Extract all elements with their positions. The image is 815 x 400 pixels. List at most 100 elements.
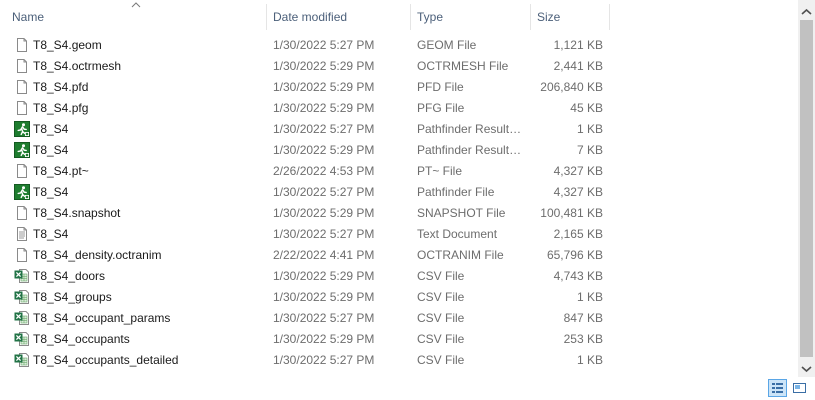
file-row[interactable]: T8_S4.pt~ 2/26/2022 4:53 PM PT~ File 4,327 … (0, 161, 800, 182)
blank-file-icon (14, 163, 30, 179)
file-date-modified: 1/30/2022 5:29 PM (273, 269, 375, 283)
file-name: T8_S4 (33, 143, 69, 157)
column-divider[interactable] (609, 4, 610, 30)
file-row[interactable]: T8_S4_doors 1/30/2022 5:29 PM CSV File 4,74… (0, 266, 800, 287)
blank-file-icon (14, 205, 30, 221)
file-list: T8_S4.geom 1/30/2022 5:27 PM GEOM File 1,12… (0, 35, 800, 377)
file-type: Pathfinder Results... (417, 122, 525, 136)
column-divider[interactable] (530, 4, 531, 30)
column-divider[interactable] (266, 4, 267, 30)
pathfinder-runner-icon (14, 121, 30, 137)
file-row[interactable]: T8_S4 1/30/2022 5:27 PM Pathfinder File 4,3… (0, 182, 800, 203)
file-row[interactable]: T8_S4_occupants 1/30/2022 5:29 PM CSV File… (0, 329, 800, 350)
file-size: 847 KB (563, 311, 603, 325)
file-size: 206,840 KB (540, 80, 603, 94)
file-date-modified: 1/30/2022 5:27 PM (273, 227, 375, 241)
blank-file-icon (14, 79, 30, 95)
large-icons-view-button[interactable] (790, 379, 809, 397)
file-type: PFD File (417, 80, 464, 94)
file-type: CSV File (417, 290, 465, 304)
file-size: 4,327 KB (553, 185, 603, 199)
file-name: T8_S4_occupants_detailed (33, 353, 179, 367)
file-size: 1 KB (576, 122, 603, 136)
file-size: 65,796 KB (546, 248, 603, 262)
file-date-modified: 2/26/2022 4:53 PM (273, 164, 375, 178)
file-name: T8_S4.octrmesh (33, 59, 122, 73)
file-row[interactable]: T8_S4 1/30/2022 5:27 PM Text Document 2,165… (0, 224, 800, 245)
column-header-size[interactable]: Size (537, 4, 560, 30)
column-divider[interactable] (410, 4, 411, 30)
vertical-scrollbar[interactable] (798, 0, 815, 377)
file-name: T8_S4_occupants (33, 332, 130, 346)
file-type: OCTRANIM File (417, 248, 504, 262)
file-name: T8_S4.pt~ (33, 164, 89, 178)
column-header-name[interactable]: Name (12, 4, 44, 30)
details-view-icon (772, 383, 783, 393)
column-header-type[interactable]: Type (417, 4, 443, 30)
sort-up-arrow-icon (131, 2, 141, 8)
file-row[interactable]: T8_S4 1/30/2022 5:27 PM Pathfinder Results… (0, 119, 800, 140)
blank-file-icon (14, 247, 30, 263)
file-date-modified: 1/30/2022 5:29 PM (273, 332, 375, 346)
csv-file-icon (14, 331, 30, 347)
file-name: T8_S4.pfd (33, 80, 89, 94)
file-size: 1 KB (576, 353, 603, 367)
file-name: T8_S4.pfg (33, 101, 89, 115)
file-date-modified: 1/30/2022 5:29 PM (273, 101, 375, 115)
details-view-button[interactable] (768, 379, 787, 397)
file-date-modified: 1/30/2022 5:29 PM (273, 143, 375, 157)
file-type: PFG File (417, 101, 465, 115)
file-row[interactable]: T8_S4_occupants_detailed 1/30/2022 5:27 P… (0, 350, 800, 371)
file-type: SNAPSHOT File (417, 206, 506, 220)
status-bar (0, 377, 815, 400)
file-type: CSV File (417, 311, 465, 325)
file-date-modified: 1/30/2022 5:29 PM (273, 206, 375, 220)
file-row[interactable]: T8_S4.pfd 1/30/2022 5:29 PM PFD File 206,84… (0, 77, 800, 98)
file-name: T8_S4 (33, 185, 69, 199)
file-row[interactable]: T8_S4.geom 1/30/2022 5:27 PM GEOM File 1,12… (0, 35, 800, 56)
scroll-up-arrow-icon[interactable] (798, 4, 815, 21)
column-header-date-modified[interactable]: Date modified (273, 4, 347, 30)
file-size: 2,441 KB (553, 59, 603, 73)
file-row[interactable]: T8_S4_density.octranim 2/22/2022 4:41 PM O… (0, 245, 800, 266)
file-date-modified: 1/30/2022 5:29 PM (273, 59, 375, 73)
file-type: CSV File (417, 269, 465, 283)
blank-file-icon (14, 100, 30, 116)
file-name: T8_S4.snapshot (33, 206, 121, 220)
file-size: 4,743 KB (553, 269, 603, 283)
file-type: Pathfinder File (417, 185, 495, 199)
file-date-modified: 1/30/2022 5:27 PM (273, 311, 375, 325)
file-row[interactable]: T8_S4.snapshot 1/30/2022 5:29 PM SNAPSHOT … (0, 203, 800, 224)
csv-file-icon (14, 268, 30, 284)
csv-file-icon (14, 289, 30, 305)
file-date-modified: 1/30/2022 5:29 PM (273, 80, 375, 94)
file-size: 1,121 KB (553, 38, 603, 52)
column-header-bar: Name Date modified Type Size (0, 0, 815, 34)
csv-file-icon (14, 352, 30, 368)
scrollbar-thumb[interactable] (800, 20, 813, 357)
file-size: 100,481 KB (540, 206, 603, 220)
file-type: GEOM File (417, 38, 477, 52)
file-row[interactable]: T8_S4_occupant_params 1/30/2022 5:27 PM CS… (0, 308, 800, 329)
blank-file-icon (14, 37, 30, 53)
text-document-icon (14, 226, 30, 242)
file-type: PT~ File (417, 164, 463, 178)
file-row[interactable]: T8_S4.pfg 1/30/2022 5:29 PM PFG File 45 KB (0, 98, 800, 119)
file-row[interactable]: T8_S4.octrmesh 1/30/2022 5:29 PM OCTRMESH … (0, 56, 800, 77)
file-type: Text Document (417, 227, 498, 241)
file-row[interactable]: T8_S4 1/30/2022 5:29 PM Pathfinder Results… (0, 140, 800, 161)
file-name: T8_S4_density.octranim (33, 248, 162, 262)
file-date-modified: 1/30/2022 5:29 PM (273, 290, 375, 304)
file-size: 1 KB (576, 290, 603, 304)
blank-file-icon (14, 58, 30, 74)
file-row[interactable]: T8_S4_groups 1/30/2022 5:29 PM CSV File 1 K… (0, 287, 800, 308)
pathfinder-runner-icon (14, 184, 30, 200)
file-size: 4,327 KB (553, 164, 603, 178)
scroll-down-arrow-icon[interactable] (798, 360, 815, 377)
file-size: 45 KB (570, 101, 603, 115)
file-date-modified: 1/30/2022 5:27 PM (273, 185, 375, 199)
file-name: T8_S4_groups (33, 290, 112, 304)
file-name: T8_S4_doors (33, 269, 106, 283)
file-name: T8_S4 (33, 227, 69, 241)
file-date-modified: 1/30/2022 5:27 PM (273, 353, 375, 367)
